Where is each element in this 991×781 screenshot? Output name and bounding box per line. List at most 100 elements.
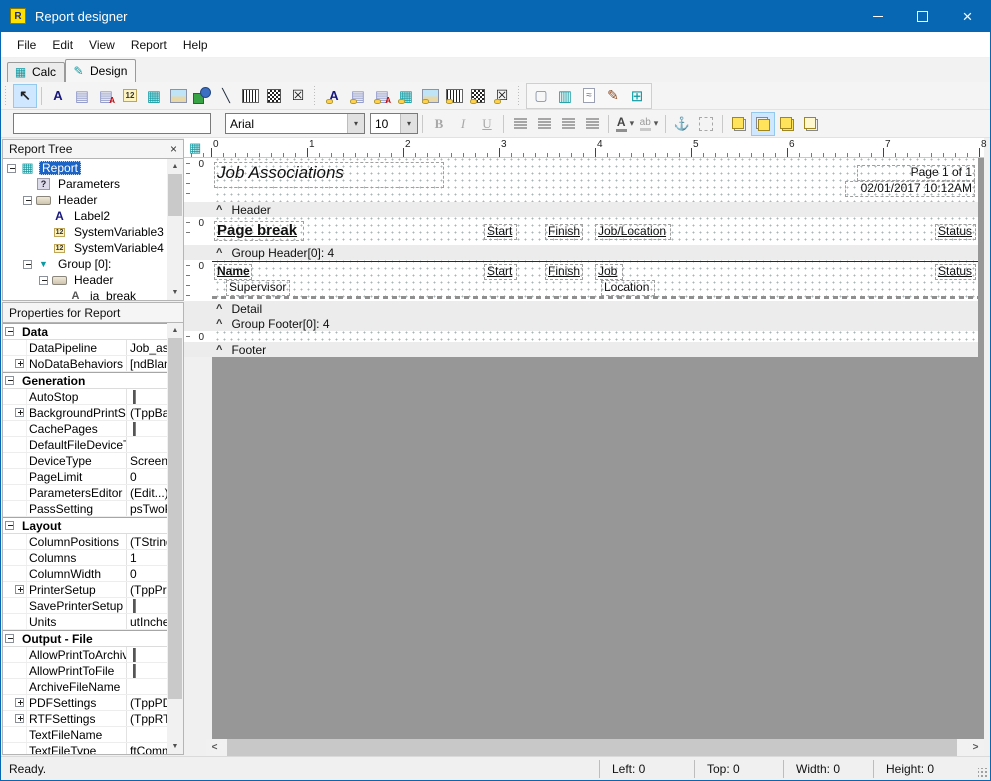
font-name-combo[interactable]: Arial ▾	[225, 113, 365, 134]
crosstab-tool-button[interactable]	[625, 84, 649, 108]
expand-icon[interactable]	[15, 359, 24, 368]
label-status[interactable]: Status	[935, 224, 976, 240]
tree-item-header[interactable]: Header	[3, 272, 167, 288]
close-report-tree-icon[interactable]	[170, 142, 177, 156]
expand-collapse-icon[interactable]	[39, 276, 48, 285]
expand-collapse-icon[interactable]	[23, 196, 32, 205]
tree-scrollbar[interactable]: ▲ ▼	[167, 159, 183, 300]
scroll-left-icon[interactable]: <	[206, 739, 223, 756]
scroll-up-icon[interactable]: ▲	[167, 159, 183, 174]
italic-button[interactable]: I	[451, 112, 475, 136]
tree-item-parameters[interactable]: Parameters	[3, 176, 167, 192]
selection-box-button[interactable]	[694, 112, 718, 136]
expand-collapse-icon[interactable]	[5, 634, 14, 643]
align-left-button[interactable]	[508, 112, 532, 136]
header-band-divider[interactable]: ^Header	[184, 202, 978, 217]
dbimage-tool-button[interactable]	[418, 84, 442, 108]
label-tool-button[interactable]	[46, 84, 70, 108]
close-button[interactable]	[945, 0, 990, 32]
checkbox[interactable]	[133, 390, 136, 404]
expand-icon[interactable]	[15, 408, 24, 417]
resize-grip[interactable]	[978, 768, 988, 778]
property-value[interactable]: psTwoPa	[127, 502, 167, 516]
property-row-devicetype[interactable]: DeviceTypeScreen	[3, 453, 167, 469]
select-tool-button[interactable]	[13, 84, 37, 108]
property-section-layout[interactable]: Layout	[3, 517, 167, 534]
property-section-data[interactable]: Data	[3, 323, 167, 340]
property-value[interactable]: (Edit...)	[127, 486, 167, 500]
image-tool-button[interactable]	[166, 84, 190, 108]
dbtext-status[interactable]: Status	[935, 264, 976, 280]
bring-forward-button[interactable]	[775, 112, 799, 136]
menu-view[interactable]: View	[81, 34, 123, 56]
property-row-defaultfiledevicet[interactable]: DefaultFileDeviceT	[3, 437, 167, 453]
tree-item-header[interactable]: Header	[3, 192, 167, 208]
anchor-button[interactable]	[670, 112, 694, 136]
dbbarcode-2d-tool-button[interactable]	[466, 84, 490, 108]
property-row-backgroundprintse[interactable]: BackgroundPrintSe(TppBac	[3, 405, 167, 421]
header-band-page[interactable]: Job AssociationsPage 1 of 102/01/2017 10…	[212, 158, 978, 202]
property-value[interactable]: Job_ass	[127, 341, 167, 355]
property-value[interactable]: 1	[127, 551, 167, 565]
barcode-tool-button[interactable]	[238, 84, 262, 108]
property-value[interactable]: 0	[127, 567, 167, 581]
footer-band-page[interactable]	[212, 331, 978, 342]
dbrichtext-tool-button[interactable]	[370, 84, 394, 108]
chevron-down-icon[interactable]: ▾	[347, 114, 364, 133]
toolbar-grip[interactable]	[517, 86, 522, 106]
chevron-down-icon[interactable]: ▾	[400, 114, 417, 133]
property-value[interactable]: (TppBac	[127, 406, 167, 420]
property-row-textfiletype[interactable]: TextFileTypeftComma	[3, 743, 167, 754]
tree-item-ja-break[interactable]: ja_break	[3, 288, 167, 300]
tree-item-report[interactable]: Report	[3, 160, 167, 176]
scroll-thumb[interactable]	[168, 174, 182, 216]
line-tool-button[interactable]	[214, 84, 238, 108]
tree-item-systemvariable4[interactable]: SystemVariable4	[3, 240, 167, 256]
style-tool-button[interactable]	[601, 84, 625, 108]
checkbox[interactable]	[133, 599, 136, 613]
expand-icon[interactable]	[15, 698, 24, 707]
expand-collapse-icon[interactable]	[7, 164, 16, 173]
sysvar-page-count[interactable]: Page 1 of 1	[857, 165, 975, 181]
dbtext-finish[interactable]: Finish	[545, 264, 583, 280]
checkbox-tool-button[interactable]	[286, 84, 310, 108]
property-row-saveprintersetup[interactable]: SavePrinterSetup	[3, 598, 167, 614]
line-bottom[interactable]	[212, 296, 978, 299]
line-top[interactable]	[212, 261, 978, 262]
footer-band-divider[interactable]: ^Footer	[184, 342, 978, 357]
detail-band-divider[interactable]: ^Detail	[184, 301, 978, 316]
property-section-generation[interactable]: Generation	[3, 372, 167, 389]
tab-design[interactable]: Design	[65, 59, 136, 82]
align-center-button[interactable]	[532, 112, 556, 136]
toolbar-grip[interactable]	[313, 86, 318, 106]
label-job-associations[interactable]: Job Associations	[214, 162, 444, 188]
property-row-allowprinttoarchiv[interactable]: AllowPrintToArchiv	[3, 647, 167, 663]
bold-button[interactable]: B	[427, 112, 451, 136]
align-justify-button[interactable]	[580, 112, 604, 136]
style-input[interactable]	[13, 113, 211, 134]
expand-collapse-icon[interactable]	[5, 521, 14, 530]
property-row-passsetting[interactable]: PassSettingpsTwoPa	[3, 501, 167, 517]
group-footer-band-divider[interactable]: ^Group Footer[0]: 4	[184, 316, 978, 331]
barcode-2d-tool-button[interactable]	[262, 84, 286, 108]
property-row-allowprinttofile[interactable]: AllowPrintToFile	[3, 663, 167, 679]
checkbox[interactable]	[133, 648, 136, 662]
menu-edit[interactable]: Edit	[44, 34, 81, 56]
dbmemo-tool-button[interactable]	[346, 84, 370, 108]
menu-report[interactable]: Report	[123, 34, 175, 56]
memo-tool-button[interactable]	[70, 84, 94, 108]
expand-icon[interactable]	[15, 714, 24, 723]
expand-collapse-icon[interactable]	[23, 260, 32, 269]
property-row-cachepages[interactable]: CachePages	[3, 421, 167, 437]
variable-tool-button[interactable]	[142, 84, 166, 108]
scroll-thumb[interactable]	[168, 338, 182, 699]
property-value[interactable]: Screen	[127, 454, 167, 468]
tab-calc[interactable]: Calc	[7, 62, 65, 82]
expand-icon[interactable]	[15, 585, 24, 594]
design-hscrollbar[interactable]: < >	[206, 739, 984, 756]
send-to-back-button[interactable]	[751, 112, 775, 136]
menu-help[interactable]: Help	[175, 34, 216, 56]
richtext-tool-button[interactable]	[94, 84, 118, 108]
property-row-archivefilename[interactable]: ArchiveFileName	[3, 679, 167, 695]
property-row-columnpositions[interactable]: ColumnPositions(TString	[3, 534, 167, 550]
